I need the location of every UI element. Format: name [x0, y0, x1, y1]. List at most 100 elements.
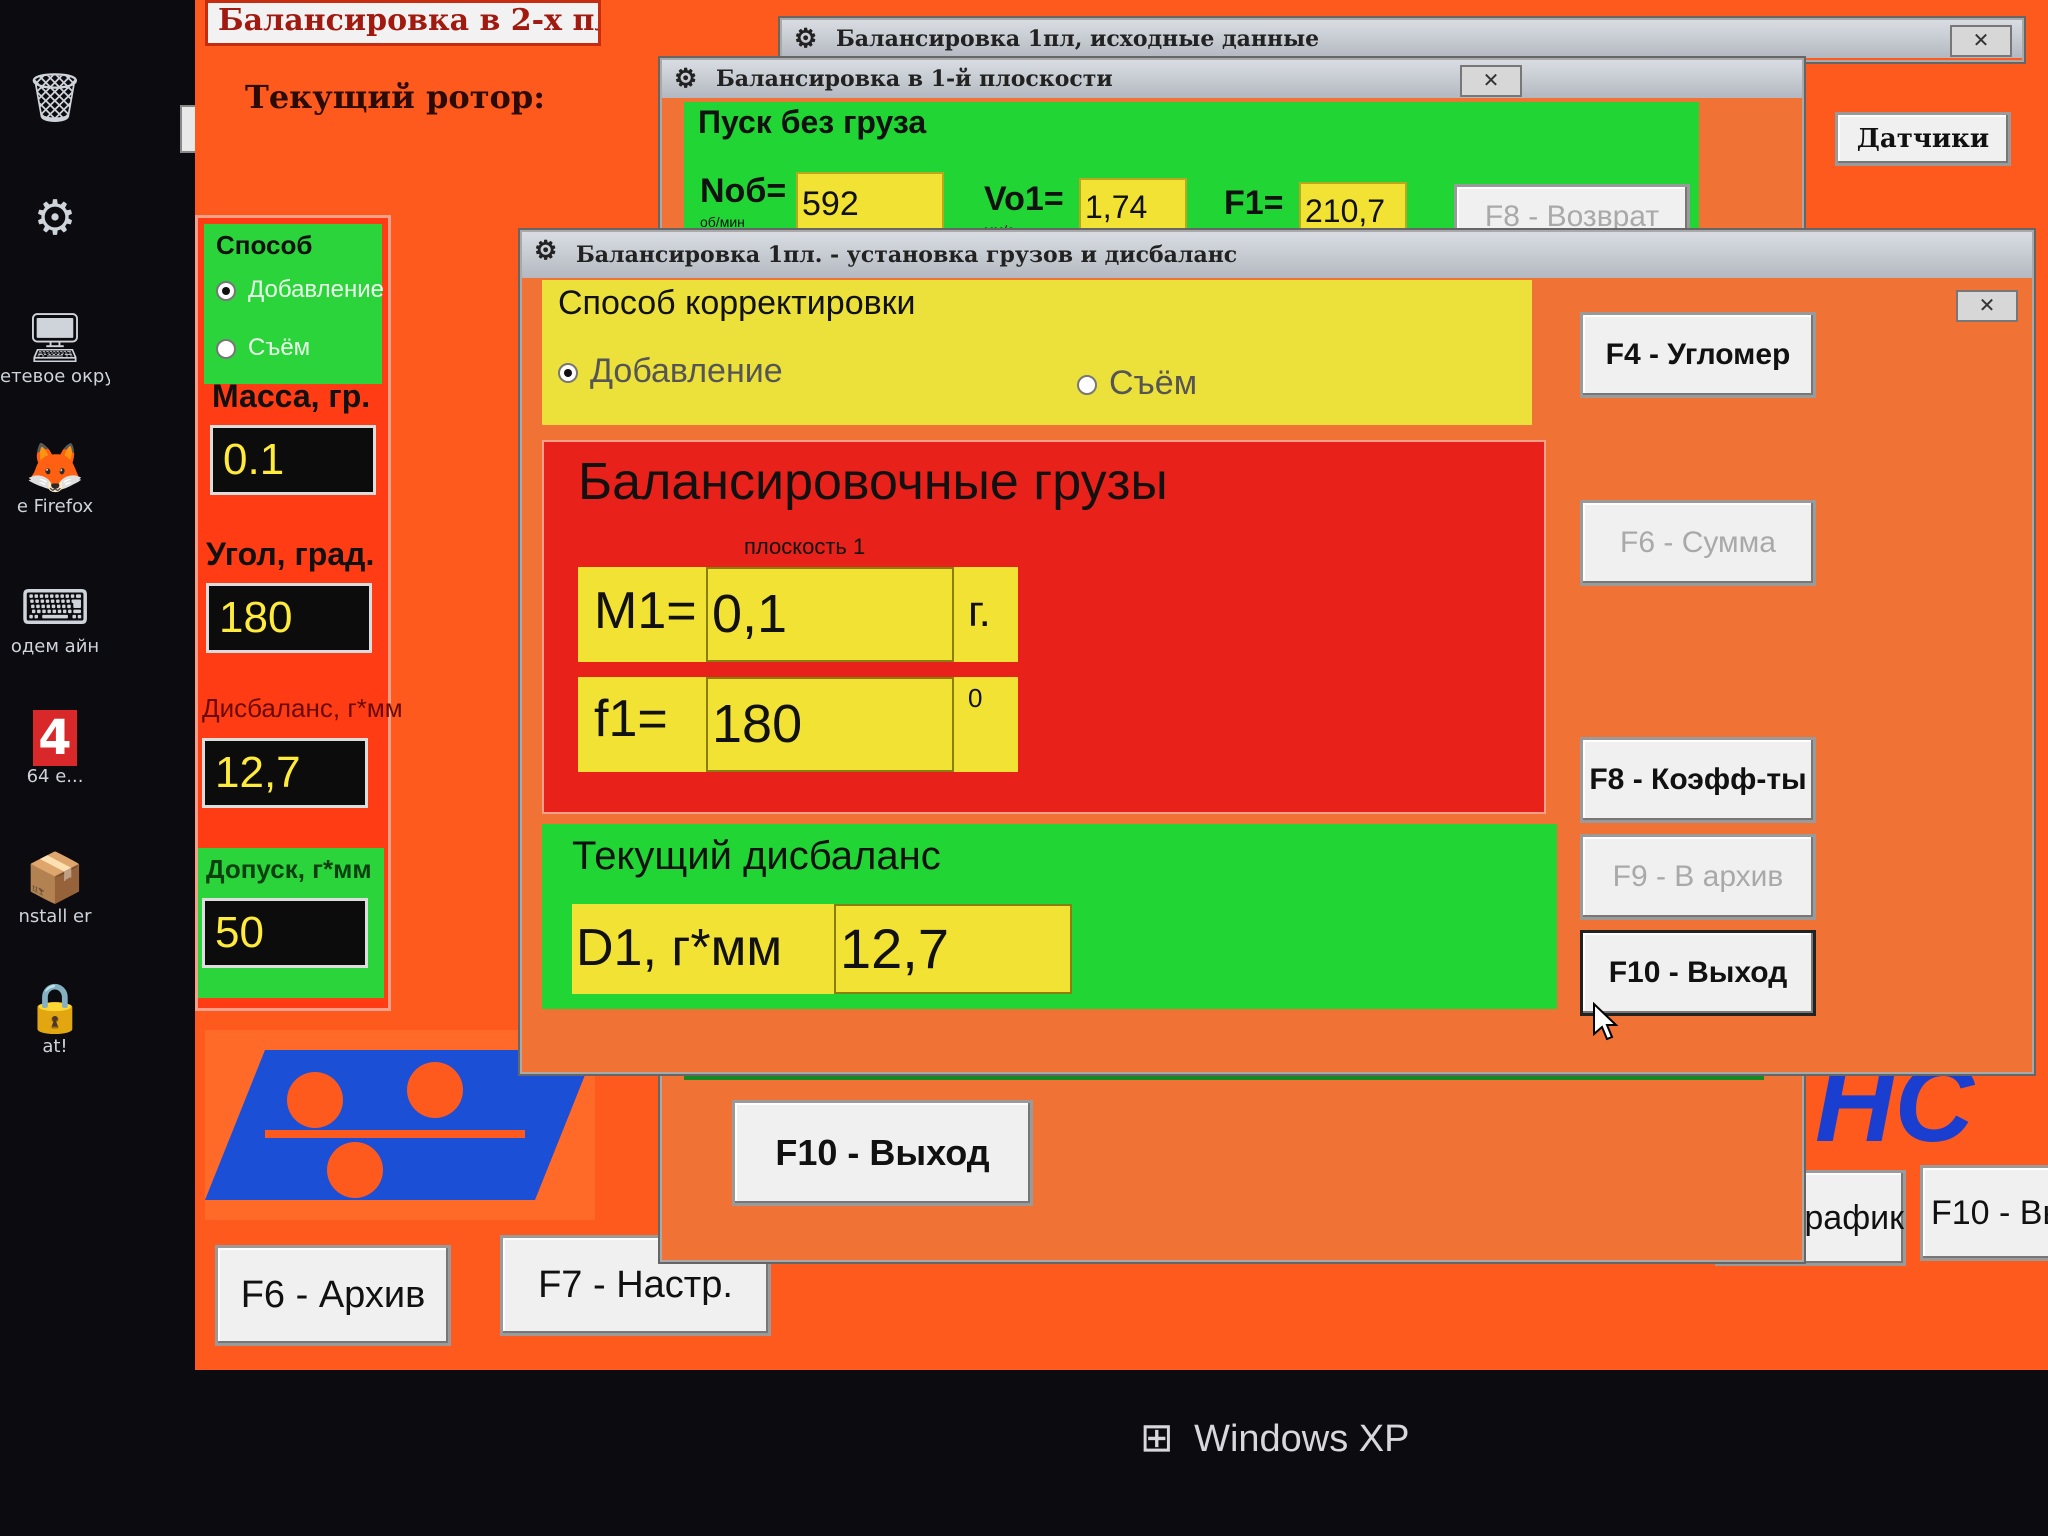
to-archive-button[interactable]: F9 - В архив [1580, 834, 1816, 920]
radio-selected-icon [216, 280, 236, 301]
degree-unit: 0 [968, 683, 983, 713]
m1-row: M1= 0,1 г. [578, 567, 1018, 662]
d1-row: D1, г*мм 12,7 [572, 904, 1072, 994]
goniometer-button[interactable]: F4 - Угломер [1580, 312, 1816, 398]
app-screen: Балансировка в 2-х плоскостях Текущий ро… [195, 0, 2048, 1370]
desktop-icon-label: e Firefox [16, 496, 94, 517]
desktop-icon-lock[interactable]: 🔒 at! [0, 980, 110, 1058]
desktop-icon-firefox[interactable]: 🦊 e Firefox [0, 440, 110, 518]
app-gear-icon: ⚙ [794, 24, 818, 54]
desktop-icon-installer[interactable]: 📦 nstall er [0, 850, 110, 928]
desktop-icon-label: at! [42, 1036, 68, 1057]
gear-icon: ⚙ [33, 190, 77, 246]
option-remove-label: Съём [1109, 364, 1198, 402]
coefficients-button[interactable]: F8 - Коэфф-ты [1580, 737, 1816, 823]
plane-window-title: Балансировка в 1-й плоскости [716, 66, 1113, 92]
mouse-cursor-icon [1593, 1002, 1618, 1041]
d1-label: D1, г*мм [576, 919, 783, 977]
nob-label: Nоб= [700, 172, 787, 210]
initial-data-title: Балансировка 1пл, исходные данные [836, 26, 1320, 52]
imbalance-value: 12,7 [202, 738, 368, 808]
current-imbalance-title: Текущий дисбаланс [572, 834, 941, 878]
plane-window-titlebar: ⚙ Балансировка в 1-й плоскости [662, 60, 1802, 98]
balancing-weights-title: Балансировочные грузы [578, 453, 1168, 511]
tolerance-value: 50 [202, 898, 368, 968]
windows-logo-icon: ⊞ [1140, 1416, 1174, 1460]
close-icon[interactable]: ✕ [1950, 25, 2012, 57]
app-gear-icon: ⚙ [534, 236, 558, 266]
d1-value: 12,7 [834, 904, 1072, 994]
method-group-title: Способ [216, 230, 313, 260]
correction-method-group: Способ корректировки Добавление Съём [542, 280, 1532, 425]
desktop-icon-label: nstall er [18, 906, 92, 927]
correction-method-title: Способ корректировки [558, 284, 916, 322]
mass-label: Масса, гр. [212, 378, 371, 414]
nob-unit: об/мин [700, 214, 745, 230]
imbalance-label: Дисбаланс, г*мм [202, 693, 403, 723]
initial-data-window: ⚙ Балансировка 1пл, исходные данные ✕ [780, 18, 2024, 62]
main-window-title: Балансировка в 2-х плоскостях [205, 0, 601, 46]
close-icon[interactable]: ✕ [1956, 290, 2018, 322]
network-icon: 🖥 [24, 310, 86, 366]
left-panel: Способ Добавление Съём Масса, гр. 0.1 Уг… [195, 215, 403, 1011]
radio-unselected-icon [216, 338, 236, 359]
f1-row: f1= 180 0 [578, 677, 1018, 772]
current-imbalance-group: Текущий дисбаланс D1, г*мм 12,7 [542, 824, 1557, 1009]
nob-value: 592 [796, 172, 944, 236]
exit-main-button[interactable]: F10 - Вы [1920, 1165, 2048, 1261]
desktop-icon-modem[interactable]: ⌨ одем айн [0, 580, 110, 658]
exit-plane-button[interactable]: F10 - Выход [732, 1100, 1033, 1206]
weights-dialog: ⚙ Балансировка 1пл. - установка грузов и… [520, 230, 2034, 1074]
desktop-icon-label: етевое окружение [0, 366, 110, 387]
desktop-icon-control[interactable]: ⚙ [0, 190, 110, 246]
app-gear-icon: ⚙ [674, 64, 698, 94]
lock-icon: 🔒 [25, 980, 85, 1036]
monitor-brand: ⊞ Windows XP [1140, 1415, 1409, 1461]
current-rotor-label: Текущий ротор: [245, 78, 546, 116]
desktop-icon-app64[interactable]: 4 64 e... [0, 710, 110, 788]
option-add-label: Добавление [590, 352, 783, 390]
method-remove-radio[interactable]: Съём [216, 334, 310, 362]
tolerance-group: Допуск, г*мм 50 [198, 848, 384, 998]
method-group: Способ Добавление Съём [204, 224, 384, 384]
mass-value: 0.1 [210, 425, 376, 495]
radio-unselected-icon [1077, 375, 1097, 396]
angle-value: 180 [206, 583, 372, 653]
f1-angle-label: f1= [594, 690, 668, 748]
vo1-value: 1,74 [1079, 178, 1187, 236]
weights-dialog-titlebar: ⚙ Балансировка 1пл. - установка грузов и… [522, 232, 2032, 278]
firefox-icon: 🦊 [25, 440, 85, 496]
windows-xp-label: Windows XP [1194, 1418, 1410, 1460]
m1-value[interactable]: 0,1 [706, 567, 954, 662]
modem-icon: ⌨ [20, 580, 90, 636]
close-icon[interactable]: ✕ [1460, 65, 1522, 97]
angle-label: Угол, град. [206, 536, 375, 572]
method-remove-label: Съём [248, 334, 311, 361]
plane-label: плоскость 1 [744, 534, 866, 559]
method-add-label: Добавление [248, 276, 384, 303]
f1-angle-value[interactable]: 180 [706, 677, 954, 772]
f1-label: F1= [1224, 184, 1284, 222]
m1-label: M1= [594, 582, 697, 640]
archive-button[interactable]: F6 - Архив [215, 1245, 451, 1346]
desktop-icon-label: 64 e... [26, 766, 84, 787]
desktop-icon-network[interactable]: 🖥 етевое окружение [0, 310, 110, 388]
no-weight-run-title: Пуск без груза [698, 104, 927, 140]
installer-icon: 📦 [25, 850, 85, 906]
weights-dialog-title: Балансировка 1пл. - установка грузов и д… [576, 242, 1238, 268]
recycle-bin-icon: 🗑 [24, 70, 86, 126]
m1-unit: г. [968, 587, 991, 636]
desktop-icon-label: одем айн [10, 636, 100, 657]
option-remove-radio[interactable]: Съём [1077, 364, 1197, 403]
option-add-radio[interactable]: Добавление [558, 352, 783, 391]
sensors-button[interactable]: Датчики [1835, 112, 2011, 166]
radio-selected-icon [558, 363, 578, 384]
vo1-label: Vo1= [984, 180, 1064, 218]
desktop-icon-recycle-bin[interactable]: 🗑 [0, 70, 110, 126]
sum-button[interactable]: F6 - Сумма [1580, 500, 1816, 586]
method-add-radio[interactable]: Добавление [216, 276, 384, 304]
balancing-weights-group: Балансировочные грузы плоскость 1 M1= 0,… [542, 440, 1546, 814]
initial-data-titlebar: ⚙ Балансировка 1пл, исходные данные [782, 20, 2022, 58]
app64-icon: 4 [33, 710, 77, 766]
tolerance-label: Допуск, г*мм [206, 854, 372, 884]
